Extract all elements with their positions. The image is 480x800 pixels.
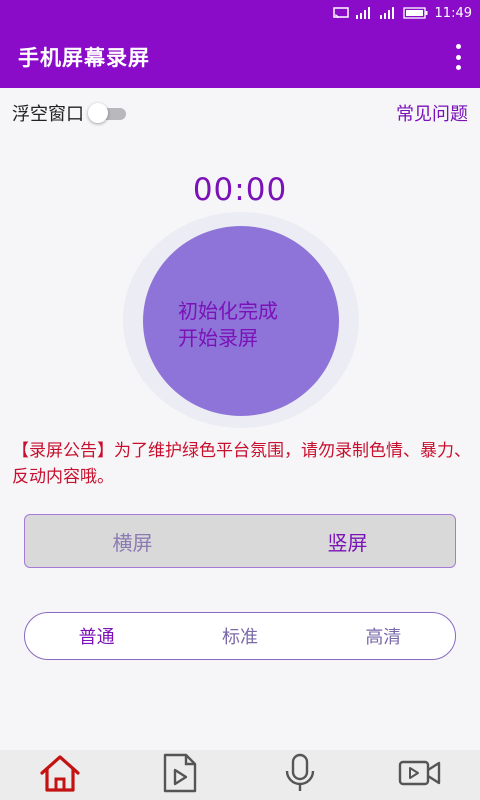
signal-icon bbox=[379, 7, 397, 19]
record-timer: 00:00 bbox=[192, 172, 288, 208]
status-bar: 11:49 bbox=[0, 0, 480, 26]
nav-home[interactable] bbox=[30, 750, 90, 800]
nav-camera[interactable] bbox=[390, 750, 450, 800]
video-file-icon bbox=[162, 753, 198, 797]
nav-videos[interactable] bbox=[150, 750, 210, 800]
orientation-selector: 横屏 竖屏 bbox=[24, 514, 456, 568]
recording-notice: 【录屏公告】为了维护绿色平台氛围，请勿录制色情、暴力、反动内容哦。 bbox=[12, 441, 471, 487]
status-time: 11:49 bbox=[434, 5, 472, 21]
home-icon bbox=[38, 753, 82, 797]
battery-icon bbox=[402, 7, 429, 19]
record-status-text: 初始化完成 bbox=[178, 299, 278, 323]
video-camera-icon bbox=[398, 758, 442, 792]
more-vert-icon[interactable] bbox=[450, 44, 466, 70]
bottom-nav bbox=[0, 750, 480, 800]
faq-link[interactable]: 常见问题 bbox=[396, 100, 468, 126]
floating-window-label: 浮空窗口 bbox=[12, 104, 84, 125]
nav-audio[interactable] bbox=[270, 750, 330, 800]
quality-standard-option[interactable]: 标准 bbox=[168, 623, 311, 649]
record-action-text: 开始录屏 bbox=[178, 326, 258, 350]
app-bar: 手机屏幕录屏 bbox=[0, 26, 480, 88]
quality-selector: 普通 标准 高清 bbox=[24, 612, 456, 660]
orientation-portrait-option[interactable]: 竖屏 bbox=[240, 515, 455, 567]
app-title: 手机屏幕录屏 bbox=[18, 46, 150, 70]
microphone-icon bbox=[284, 753, 316, 797]
orientation-landscape-option[interactable]: 横屏 bbox=[25, 515, 240, 567]
cast-icon bbox=[332, 7, 349, 19]
floating-window-row: 浮空窗口 bbox=[12, 100, 128, 126]
signal-icon bbox=[355, 7, 373, 19]
record-button-label: 初始化完成 开始录屏 bbox=[178, 298, 278, 352]
quality-hd-option[interactable]: 高清 bbox=[312, 623, 455, 649]
floating-window-toggle[interactable] bbox=[88, 103, 128, 123]
quality-normal-option[interactable]: 普通 bbox=[25, 623, 168, 649]
